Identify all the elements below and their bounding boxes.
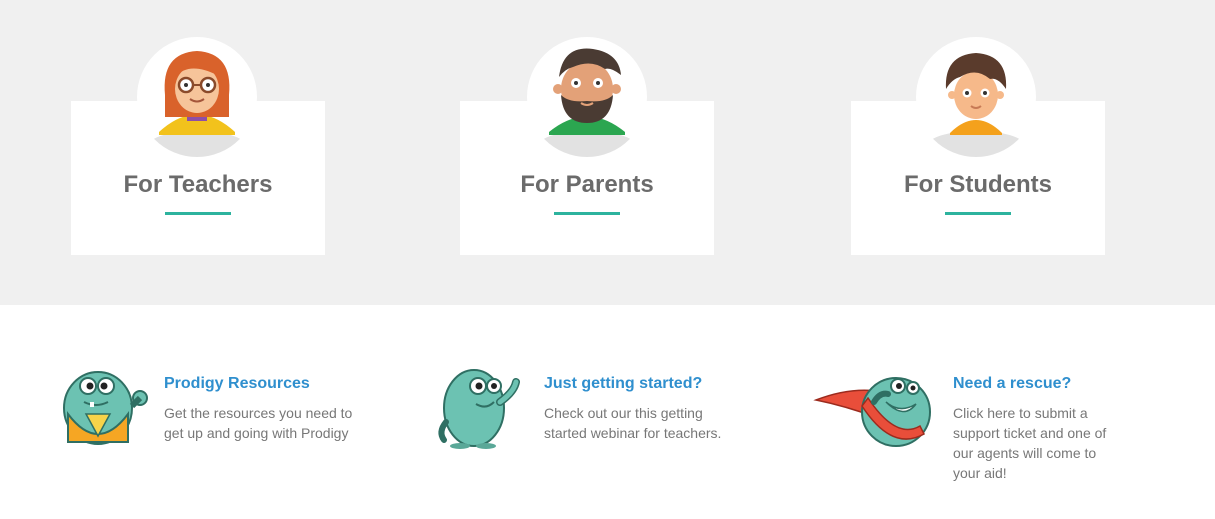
- parents-card-title[interactable]: For Parents: [460, 171, 714, 199]
- students-card-title[interactable]: For Students: [851, 171, 1105, 199]
- need-a-rescue-link[interactable]: Need a rescue?: [953, 375, 1071, 393]
- teachers-card-underline: [165, 212, 231, 215]
- parents-card-underline: [554, 212, 620, 215]
- just-getting-started-link[interactable]: Just getting started?: [544, 375, 702, 393]
- prodigy-resources-description: Get the resources you need to get up and…: [164, 405, 353, 441]
- monster-waving-icon: [432, 362, 524, 455]
- monster-flying-icon: [812, 362, 934, 455]
- prodigy-resources-link[interactable]: Prodigy Resources: [164, 375, 310, 393]
- teachers-card-title[interactable]: For Teachers: [71, 171, 325, 199]
- student-avatar-icon: [916, 37, 1036, 157]
- parent-avatar-icon: [527, 37, 647, 157]
- students-card-underline: [945, 212, 1011, 215]
- just-getting-started-description: Check out our this getting started webin…: [544, 405, 722, 441]
- need-a-rescue-description: Click here to submit a support ticket an…: [953, 405, 1107, 481]
- monster-vest-icon: [48, 362, 150, 453]
- teacher-avatar-icon: [137, 37, 257, 157]
